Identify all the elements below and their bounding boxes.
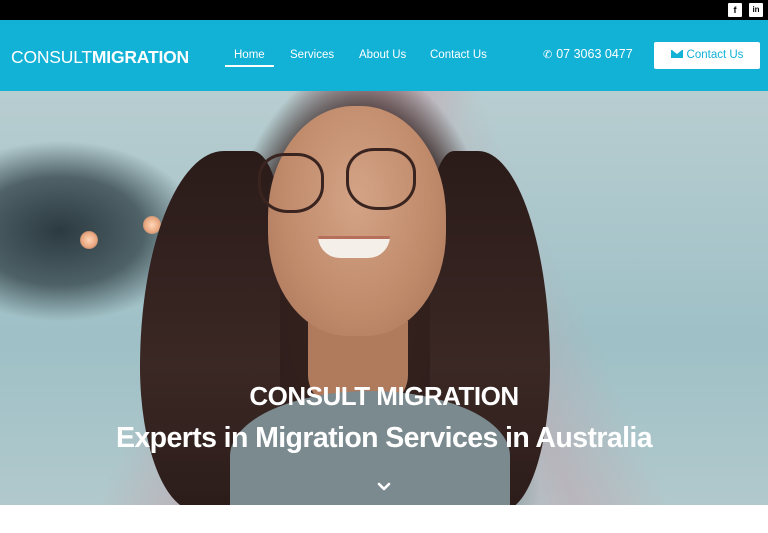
facebook-icon[interactable]: f [728,3,742,17]
site-header: CONSULTMIGRATION Home Services About Us … [0,20,768,91]
nav-about-us[interactable]: About Us [359,49,406,61]
chevron-down-icon[interactable] [377,480,391,494]
phone-icon: ✆ [543,49,553,61]
background-car-light [80,231,98,249]
logo-text-consult: CONSULT [11,47,92,67]
nav-home[interactable]: Home [234,49,265,61]
nav-contact-us[interactable]: Contact Us [430,49,487,61]
mail-icon [670,50,683,58]
linkedin-icon[interactable]: in [749,3,763,17]
hero-photo-smile [318,236,390,258]
phone-number: 07 3063 0477 [556,47,633,61]
contact-us-button-label: Contact Us [686,49,744,61]
logo-migration-word: MIGRATION [91,47,189,67]
hero-title: CONSULT MIGRATION [249,381,519,411]
hero-photo-face [268,106,446,336]
logo-text-migration: MIGRATION [92,47,189,67]
hero-subtitle: Experts in Migration Services in Austral… [115,422,653,454]
nav-services[interactable]: Services [290,49,334,61]
contact-us-button[interactable]: Contact Us [654,42,760,69]
nav-active-indicator [225,65,274,67]
top-bar: f in [0,0,768,20]
phone-link[interactable]: ✆ 07 3063 0477 [543,47,633,61]
hero-photo-glasses [346,148,416,210]
logo[interactable]: CONSULTMIGRATION [11,47,189,68]
hero-photo-glasses [258,153,324,213]
hero-banner: CONSULT MIGRATION Experts in Migration S… [0,91,768,505]
